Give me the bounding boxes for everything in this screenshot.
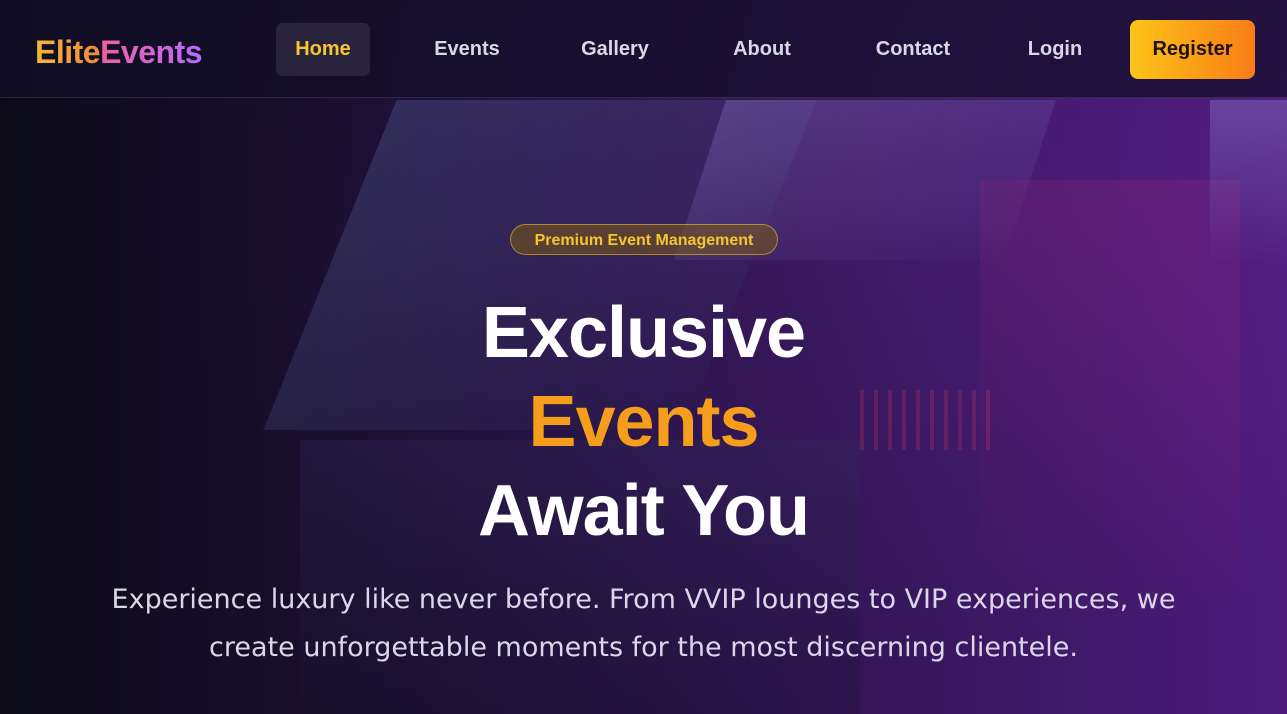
hero-badge: Premium Event Management [510, 224, 778, 255]
nav-link-home[interactable]: Home [276, 23, 370, 76]
hero-headline-accent: Events [528, 382, 759, 462]
hero-headline-line-3: Await You [477, 471, 810, 551]
hero-section: Premium Event Management Exclusive Event… [0, 99, 1287, 714]
navbar: EliteEvents Home Events Gallery About Co… [0, 0, 1287, 98]
brand-logo-part-1: Elite [35, 34, 101, 70]
register-button[interactable]: Register [1130, 20, 1255, 79]
hero-subtitle: Experience luxury like never before. Fro… [111, 584, 1176, 663]
brand-logo[interactable]: EliteEvents [35, 30, 203, 74]
login-button[interactable]: Login [1008, 23, 1102, 76]
nav-link-about[interactable]: About [716, 23, 808, 76]
hero-headline-line-1: Exclusive [481, 293, 806, 373]
nav-link-events[interactable]: Events [418, 23, 516, 76]
brand-logo-part-2: Events [100, 34, 203, 70]
hero-headline: Exclusive Events Await You [0, 289, 1287, 556]
page: EliteEvents Home Events Gallery About Co… [0, 0, 1287, 714]
nav-link-gallery[interactable]: Gallery [567, 23, 663, 76]
nav-link-contact[interactable]: Contact [860, 23, 966, 76]
